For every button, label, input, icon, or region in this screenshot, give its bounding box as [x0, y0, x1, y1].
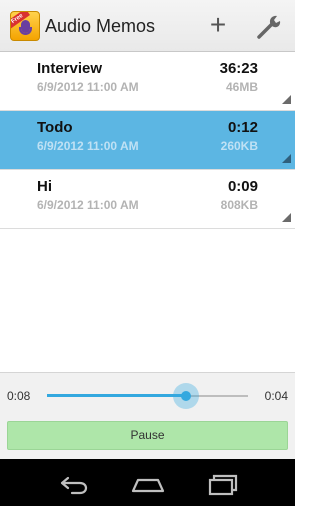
- memo-date: 6/9/2012 11:00 AM: [37, 198, 139, 212]
- memo-name: Interview: [37, 60, 103, 77]
- seek-progress: [47, 394, 186, 397]
- seek-bar[interactable]: [47, 383, 248, 409]
- memo-duration: 36:23: [219, 60, 258, 77]
- memo-name: Hi: [37, 178, 52, 195]
- memo-duration: 0:09: [227, 178, 258, 195]
- memo-list: Interview 6/9/2012 11:00 AM 36:23 46MB T…: [0, 52, 295, 229]
- playback-panel: 0:08 0:04 Pause: [0, 372, 295, 459]
- action-bar: Free Audio Memos +: [0, 0, 295, 52]
- app-title: Audio Memos: [45, 16, 156, 36]
- context-menu-indicator-icon[interactable]: [282, 95, 291, 104]
- add-memo-button[interactable]: +: [201, 10, 235, 42]
- memo-row[interactable]: Todo 6/9/2012 11:00 AM 0:12 260KB: [0, 111, 295, 170]
- back-button[interactable]: [50, 467, 98, 499]
- memo-date: 6/9/2012 11:00 AM: [37, 80, 139, 94]
- memo-row[interactable]: Hi 6/9/2012 11:00 AM 0:09 808KB: [0, 170, 295, 229]
- context-menu-indicator-icon[interactable]: [282, 154, 291, 163]
- elapsed-time: 0:08: [7, 389, 31, 403]
- home-icon: [131, 478, 165, 493]
- back-icon: [60, 476, 88, 495]
- remaining-time: 0:04: [264, 389, 288, 403]
- memo-size: 260KB: [220, 139, 258, 153]
- memo-name: Todo: [37, 119, 73, 136]
- memo-date: 6/9/2012 11:00 AM: [37, 139, 139, 153]
- memo-size: 46MB: [225, 80, 258, 94]
- context-menu-indicator-icon[interactable]: [282, 213, 291, 222]
- plus-icon: +: [209, 9, 227, 40]
- wrench-icon: [257, 15, 281, 39]
- home-button[interactable]: [124, 467, 172, 499]
- pause-button[interactable]: Pause: [7, 421, 288, 450]
- microphone-icon[interactable]: Free: [10, 11, 40, 41]
- recent-apps-button[interactable]: [198, 467, 246, 499]
- memo-duration: 0:12: [227, 119, 258, 136]
- memo-row[interactable]: Interview 6/9/2012 11:00 AM 36:23 46MB: [0, 52, 295, 111]
- recent-apps-icon: [208, 474, 238, 496]
- memo-size: 808KB: [220, 198, 258, 212]
- seek-thumb[interactable]: [180, 391, 191, 401]
- system-nav-bar: [0, 459, 295, 506]
- settings-button[interactable]: [253, 12, 285, 42]
